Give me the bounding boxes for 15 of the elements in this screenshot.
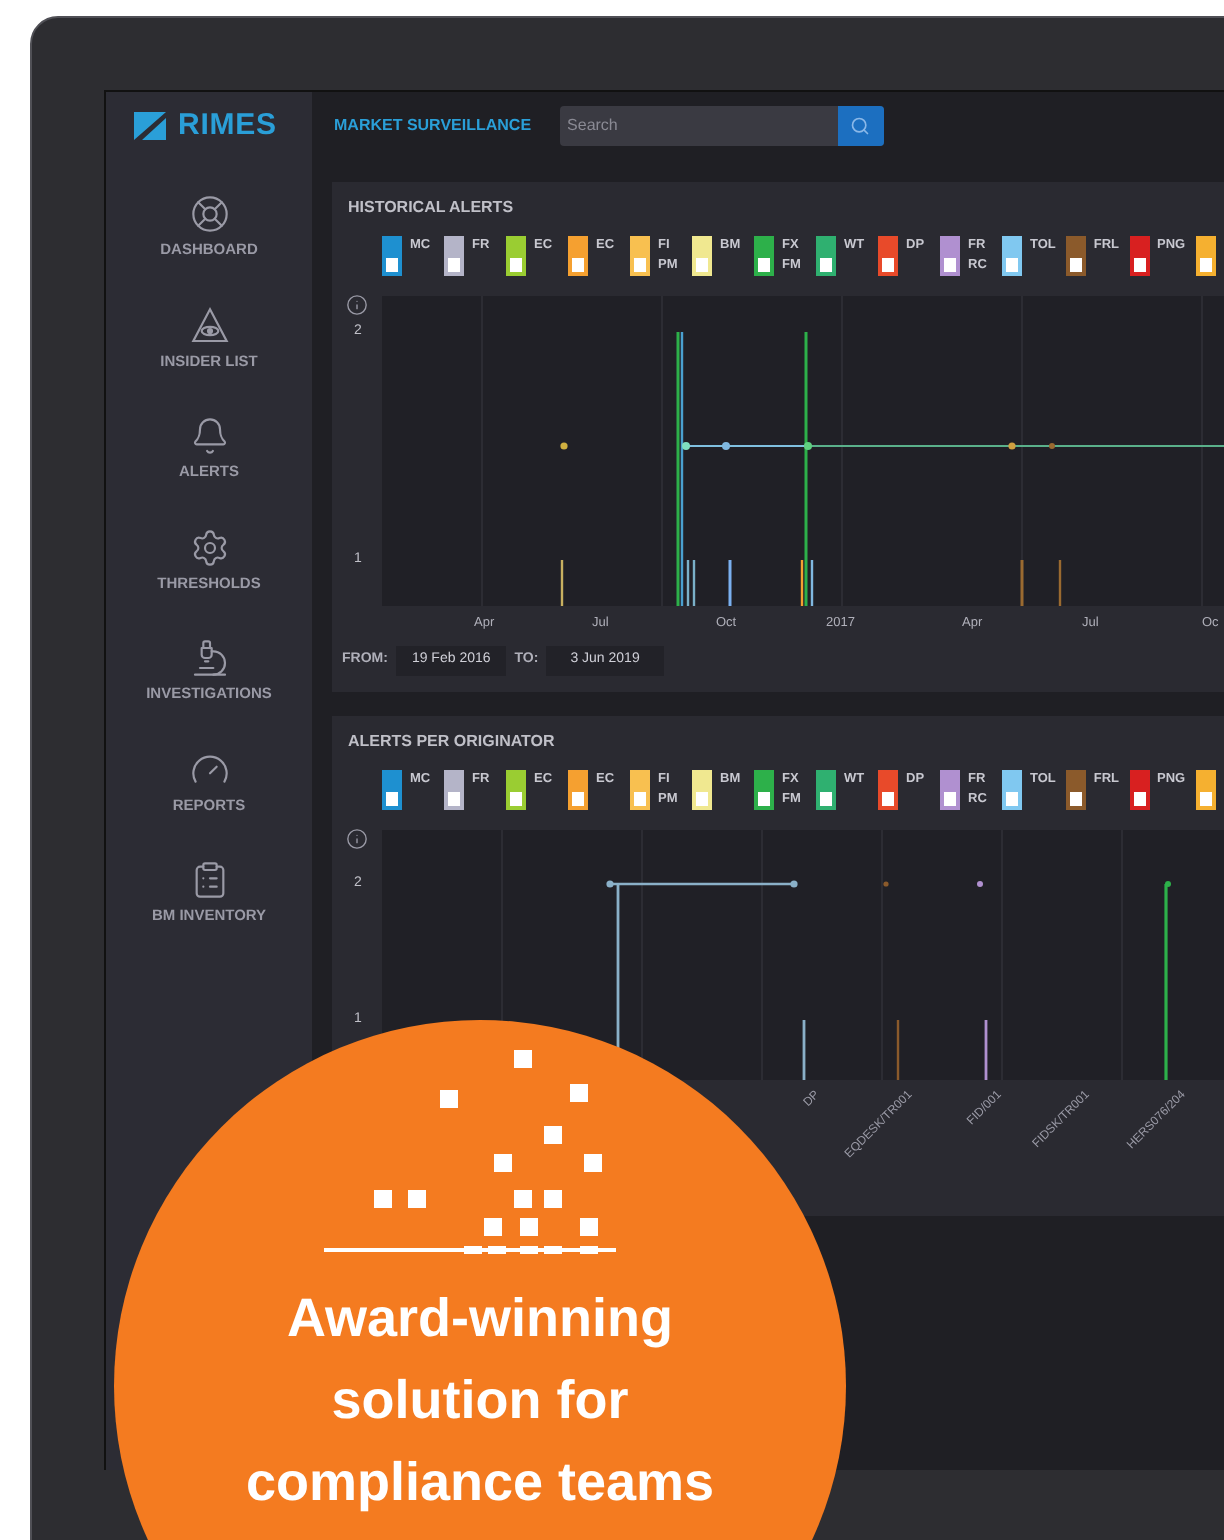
logo-icon xyxy=(134,111,166,139)
app-title: MARKET SURVEILLANCE xyxy=(334,113,532,137)
brand-name: RIMES xyxy=(178,110,277,140)
bell-icon xyxy=(189,416,229,456)
info-icon[interactable] xyxy=(346,294,368,316)
search-button[interactable] xyxy=(837,105,884,145)
microscope-icon xyxy=(189,638,229,678)
panel-title: ALERTS PER ORIGINATOR xyxy=(346,729,557,753)
lifebuoy-icon xyxy=(189,194,229,234)
panel-title: HISTORICAL ALERTS xyxy=(346,196,516,220)
search-icon xyxy=(850,115,871,135)
gear-icon xyxy=(189,527,229,567)
info-icon[interactable] xyxy=(346,827,368,849)
award-text: Award-winning solution for compliance teams xyxy=(243,1286,717,1516)
eye-triangle-icon xyxy=(189,305,229,345)
